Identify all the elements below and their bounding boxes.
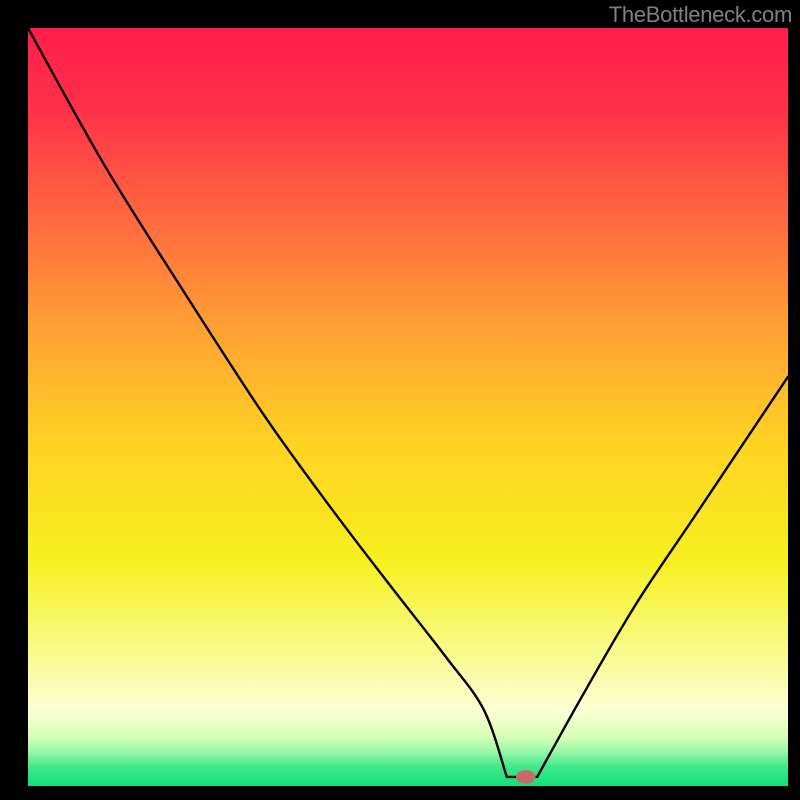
optimal-marker: [516, 770, 536, 784]
chart-container: [28, 28, 788, 786]
gradient-background: [28, 28, 788, 786]
bottleneck-chart: [28, 28, 788, 786]
attribution-label: TheBottleneck.com: [609, 2, 792, 28]
